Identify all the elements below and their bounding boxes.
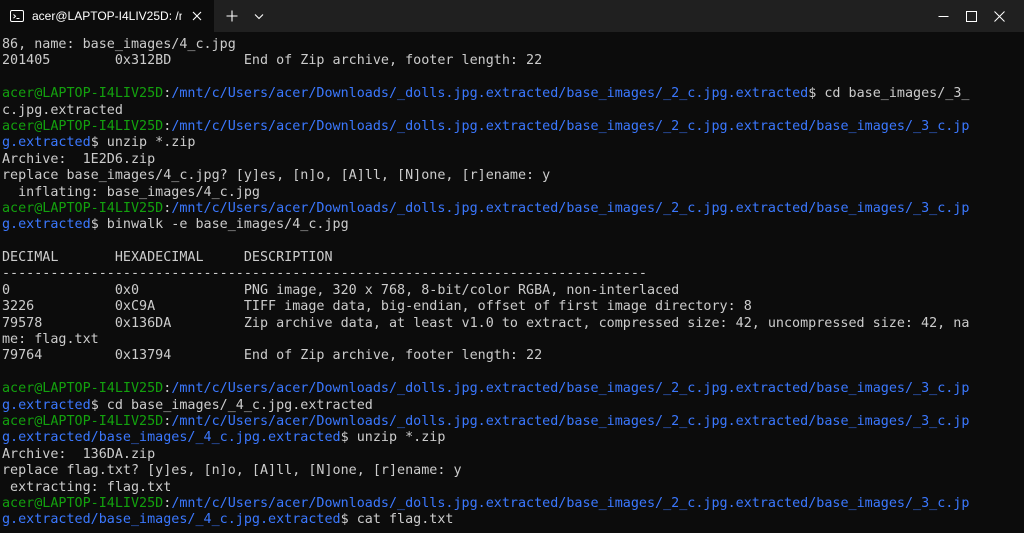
- terminal-line: g.extracted$ cd base_images/_4_c.jpg.ext…: [2, 398, 1022, 414]
- output-text: me: flag.txt: [2, 332, 99, 348]
- prompt-path: /mnt/c/Users/acer/Downloads/_dolls.jpg.e…: [171, 495, 970, 511]
- prompt-user-host: acer@LAPTOP-I4LIV25D: [2, 381, 164, 397]
- terminal-line: 0 0x0 PNG image, 320 x 768, 8-bit/color …: [2, 283, 1022, 299]
- tab-title: acer@LAPTOP-I4LIV25D: /mnt: [32, 9, 182, 23]
- output-text: $ cd base_images/_4_c.jpg.extracted: [90, 397, 373, 413]
- prompt-user-host: acer@LAPTOP-I4LIV25D: [2, 200, 164, 216]
- output-text: 201405 0x312BD End of Zip archive, foote…: [2, 53, 543, 69]
- output-text: 79578 0x136DA Zip archive data, at least…: [2, 315, 970, 331]
- output-text: $ cat flag.txt: [340, 512, 454, 528]
- prompt-path: g.extracted/base_images/_4_c.jpg.extract…: [2, 430, 341, 446]
- terminal-line: 79578 0x136DA Zip archive data, at least…: [2, 316, 1022, 332]
- terminal-line: c.jpg.extracted: [2, 103, 1022, 119]
- terminal-line: acer@LAPTOP-I4LIV25D:/mnt/c/Users/acer/D…: [2, 414, 1022, 430]
- terminal-line: inflating: base_images/4_c.jpg: [2, 185, 1022, 201]
- output-text: $ cd base_images/_3_: [808, 86, 970, 102]
- prompt-user-host: acer@LAPTOP-I4LIV25D: [2, 86, 164, 102]
- terminal-line: acer@LAPTOP-I4LIV25D:/mnt/c/Users/acer/D…: [2, 496, 1022, 512]
- terminal-window: acer@LAPTOP-I4LIV25D: /mnt: [0, 0, 1024, 533]
- prompt-path: g.extracted: [2, 217, 91, 233]
- prompt-path: /mnt/c/Users/acer/Downloads/_dolls.jpg.e…: [171, 86, 809, 102]
- output-text: c.jpg.extracted: [2, 102, 123, 118]
- output-text: $ binwalk -e base_images/4_c.jpg: [90, 217, 349, 233]
- terminal-line: acer@LAPTOP-I4LIV25D:/mnt/c/Users/acer/D…: [2, 86, 1022, 102]
- prompt-path: g.extracted: [2, 135, 91, 151]
- prompt-user-host: acer@LAPTOP-I4LIV25D: [2, 118, 164, 134]
- title-bar[interactable]: acer@LAPTOP-I4LIV25D: /mnt: [0, 0, 1024, 32]
- prompt-path: g.extracted: [2, 397, 91, 413]
- terminal-line: acer@LAPTOP-I4LIV25D:/mnt/c/Users/acer/D…: [2, 381, 1022, 397]
- terminal-line: 79764 0x13794 End of Zip archive, footer…: [2, 348, 1022, 364]
- terminal-line: Archive: 1E2D6.zip: [2, 152, 1022, 168]
- close-icon[interactable]: [976, 0, 1022, 32]
- prompt-path: /mnt/c/Users/acer/Downloads/_dolls.jpg.e…: [171, 200, 970, 216]
- output-text: $ unzip *.zip: [90, 135, 196, 151]
- terminal-icon: [9, 8, 25, 24]
- output-text: 86, name: base_images/4_c.jpg: [2, 37, 236, 52]
- terminal-line: replace base_images/4_c.jpg? [y]es, [n]o…: [2, 168, 1022, 184]
- terminal-line: acer@LAPTOP-I4LIV25D:/mnt/c/Users/acer/D…: [2, 119, 1022, 135]
- terminal-line: ----------------------------------------…: [2, 266, 1022, 282]
- chevron-down-icon[interactable]: [250, 6, 268, 26]
- output-text: Archive: 136DA.zip: [2, 446, 156, 462]
- terminal-output[interactable]: 86, name: base_images/4_c.jpg 201405 0x31…: [2, 37, 1022, 531]
- output-text: ----------------------------------------…: [2, 266, 647, 282]
- terminal-line: g.extracted/base_images/_4_c.jpg.extract…: [2, 512, 1022, 528]
- terminal-line: replace flag.txt? [y]es, [n]o, [A]ll, [N…: [2, 463, 1022, 479]
- prompt-path: g.extracted/base_images/_4_c.jpg.extract…: [2, 512, 341, 528]
- output-text: 3226 0xC9A TIFF image data, big-endian, …: [2, 299, 752, 315]
- output-text: extracting: flag.txt: [2, 479, 172, 495]
- prompt-user-host: acer@LAPTOP-I4LIV25D: [2, 495, 164, 511]
- output-text: replace flag.txt? [y]es, [n]o, [A]ll, [N…: [2, 463, 462, 479]
- prompt-path: /mnt/c/Users/acer/Downloads/_dolls.jpg.e…: [171, 413, 970, 429]
- terminal-line: acer@LAPTOP-I4LIV25D:/mnt/c/Users/acer/D…: [2, 201, 1022, 217]
- output-text: Archive: 1E2D6.zip: [2, 151, 156, 167]
- terminal-line: g.extracted$ unzip *.zip: [2, 135, 1022, 151]
- terminal-line: 86, name: base_images/4_c.jpg: [2, 37, 1022, 53]
- terminal-line: 3226 0xC9A TIFF image data, big-endian, …: [2, 299, 1022, 315]
- prompt-path: /mnt/c/Users/acer/Downloads/_dolls.jpg.e…: [171, 118, 970, 134]
- output-text: DECIMAL HEXADECIMAL DESCRIPTION: [2, 250, 333, 266]
- output-text: inflating: base_images/4_c.jpg: [2, 184, 260, 200]
- output-text: $ unzip *.zip: [340, 430, 446, 446]
- terminal-line: g.extracted$ binwalk -e base_images/4_c.…: [2, 217, 1022, 233]
- terminal-line: g.extracted/base_images/_4_c.jpg.extract…: [2, 430, 1022, 446]
- terminal-line: extracting: flag.txt: [2, 480, 1022, 496]
- plus-icon[interactable]: [222, 6, 242, 26]
- terminal-line: Archive: 136DA.zip: [2, 447, 1022, 463]
- prompt-path: /mnt/c/Users/acer/Downloads/_dolls.jpg.e…: [171, 381, 970, 397]
- prompt-user-host: acer@LAPTOP-I4LIV25D: [2, 413, 164, 429]
- terminal-line: DECIMAL HEXADECIMAL DESCRIPTION: [2, 250, 1022, 266]
- output-text: 79764 0x13794 End of Zip archive, footer…: [2, 348, 543, 364]
- terminal-line: 201405 0x312BD End of Zip archive, foote…: [2, 53, 1022, 69]
- output-text: 0 0x0 PNG image, 320 x 768, 8-bit/color …: [2, 282, 680, 298]
- close-icon[interactable]: [188, 7, 206, 25]
- terminal-line: me: flag.txt: [2, 332, 1022, 348]
- output-text: replace base_images/4_c.jpg? [y]es, [n]o…: [2, 168, 551, 184]
- tab-terminal[interactable]: acer@LAPTOP-I4LIV25D: /mnt: [0, 0, 214, 32]
